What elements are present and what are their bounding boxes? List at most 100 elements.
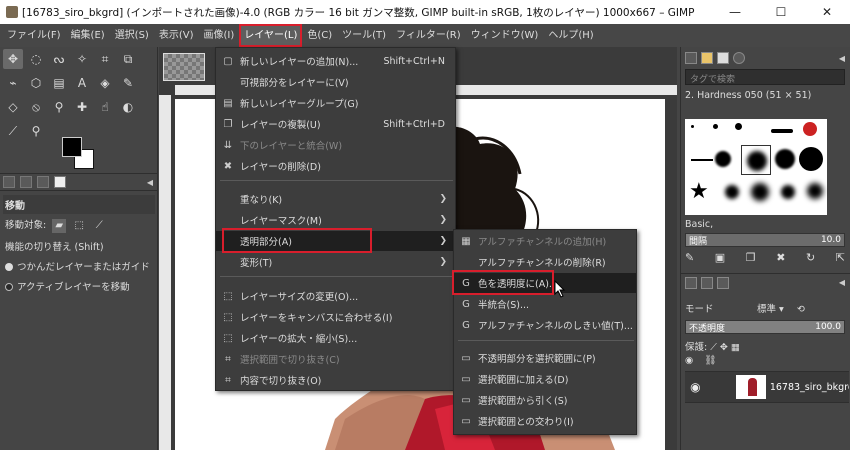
menu-item-subtract-from-selection[interactable]: ▭ 選択範囲から引く(S) bbox=[454, 390, 636, 410]
brush-item[interactable] bbox=[799, 147, 823, 171]
menu-help[interactable]: ヘルプ(H) bbox=[543, 24, 598, 47]
move-tool-icon[interactable]: ✥ bbox=[3, 49, 23, 69]
radio-unselected-icon[interactable] bbox=[5, 283, 13, 291]
menu-filters[interactable]: フィルター(R) bbox=[391, 24, 466, 47]
layers-panel-menu-icon[interactable]: ◀ bbox=[839, 278, 845, 287]
delete-brush-icon[interactable]: ✖ bbox=[776, 251, 785, 264]
paths-tab-icon[interactable] bbox=[717, 276, 729, 289]
warp-icon[interactable]: ⌁ bbox=[3, 73, 23, 93]
brush-item[interactable] bbox=[735, 123, 742, 130]
menu-item-threshold-alpha[interactable]: G アルファチャンネルのしきい値(T)... bbox=[454, 315, 636, 335]
menu-item-scale-layer[interactable]: ⬚ レイヤーの拡大・縮小(S)... bbox=[216, 328, 455, 348]
brush-item[interactable] bbox=[715, 151, 731, 167]
menu-windows[interactable]: ウィンドウ(W) bbox=[466, 24, 544, 47]
channels-tab-icon[interactable] bbox=[701, 276, 713, 289]
text-tool-icon[interactable]: A bbox=[72, 73, 92, 93]
tool-options-tab-icon[interactable] bbox=[3, 176, 15, 188]
mode-switch-icon[interactable]: ⟲ bbox=[797, 304, 805, 315]
brush-item[interactable] bbox=[807, 183, 823, 199]
tag-search-input[interactable]: タグで検索 bbox=[685, 69, 845, 85]
brush-item[interactable] bbox=[751, 183, 769, 201]
undo-history-tab-icon[interactable] bbox=[37, 176, 49, 188]
menu-item-new-from-visible[interactable]: 可視部分をレイヤーに(V) bbox=[216, 72, 455, 92]
cage-icon[interactable]: ⬡ bbox=[26, 73, 46, 93]
brush-item[interactable] bbox=[803, 122, 817, 136]
mode-select[interactable]: 標準 ▾ ⟲ bbox=[757, 301, 805, 315]
refresh-brushes-icon[interactable]: ↻ bbox=[806, 251, 815, 264]
menu-item-layer-to-image-size[interactable]: ⬚ レイヤーをキャンバスに合わせる(I) bbox=[216, 307, 455, 327]
menu-image[interactable]: 画像(I) bbox=[199, 24, 240, 47]
paintbrush-icon[interactable]: ✎ bbox=[118, 73, 138, 93]
menu-item-stack[interactable]: 重なり(K) ❯ bbox=[216, 189, 455, 209]
option-active-layer[interactable]: アクティブレイヤーを移動 bbox=[3, 276, 155, 296]
menu-item-crop-to-content[interactable]: ⌗ 内容で切り抜き(O) bbox=[216, 370, 455, 390]
align-icon[interactable]: ▤ bbox=[49, 73, 69, 93]
edit-brush-icon[interactable]: ✎ bbox=[685, 251, 694, 264]
menu-layer[interactable]: レイヤー(L) bbox=[239, 24, 303, 47]
airbrush-icon[interactable]: ⦸ bbox=[26, 97, 46, 117]
fonts-tab-icon[interactable] bbox=[717, 52, 729, 64]
menu-item-duplicate[interactable]: ❐ レイヤーの複製(U) Shift+Ctrl+D bbox=[216, 114, 455, 134]
menu-item-add-alpha[interactable]: ▦ アルファチャンネルの追加(H) bbox=[454, 231, 636, 251]
brush-grid[interactable]: ★ bbox=[685, 119, 827, 215]
menu-item-semi-flatten[interactable]: G 半統合(S)... bbox=[454, 294, 636, 314]
brush-item[interactable] bbox=[725, 185, 739, 199]
menu-item-add-to-selection[interactable]: ▭ 選択範囲に加える(D) bbox=[454, 369, 636, 389]
panel-menu-icon[interactable]: ◀ bbox=[147, 178, 153, 187]
device-status-tab-icon[interactable] bbox=[20, 176, 32, 188]
duplicate-brush-icon[interactable]: ❐ bbox=[746, 251, 756, 264]
zoom-icon[interactable]: ⚲ bbox=[26, 121, 46, 141]
lock-pixels-icon[interactable]: ⟋ bbox=[710, 342, 717, 353]
lock-position-icon[interactable]: ✥ bbox=[720, 342, 728, 353]
layer-thumbnail[interactable] bbox=[735, 375, 766, 399]
brushes-tab-icon[interactable] bbox=[685, 52, 697, 64]
menu-item-merge-down[interactable]: ⇊ 下のレイヤーと統合(W) bbox=[216, 135, 455, 155]
menu-item-layer-boundary-size[interactable]: ⬚ レイヤーサイズの変更(O)... bbox=[216, 286, 455, 306]
paint-bucket-icon[interactable]: ◈ bbox=[95, 73, 115, 93]
fg-bg-color-swatch[interactable] bbox=[60, 135, 96, 171]
opacity-slider[interactable]: 不透明度 100.0 bbox=[685, 320, 845, 334]
menu-select[interactable]: 選択(S) bbox=[110, 24, 154, 47]
mode-dropdown-icon[interactable]: ▾ bbox=[779, 304, 784, 315]
menu-item-new-group[interactable]: ▤ 新しいレイヤーグループ(G) bbox=[216, 93, 455, 113]
menu-tools[interactable]: ツール(T) bbox=[337, 24, 391, 47]
heal-icon[interactable]: ✚ bbox=[72, 97, 92, 117]
brush-item[interactable] bbox=[691, 159, 713, 161]
patterns-tab-icon[interactable] bbox=[701, 52, 713, 64]
eye-icon[interactable]: ◉ bbox=[685, 380, 706, 394]
eraser-icon[interactable]: ◇ bbox=[3, 97, 23, 117]
fuzzy-select-icon[interactable]: ✧ bbox=[72, 49, 92, 69]
radio-selected-icon[interactable] bbox=[5, 263, 13, 271]
help-tab-icon[interactable] bbox=[733, 52, 745, 64]
images-tab-icon[interactable] bbox=[54, 176, 66, 188]
open-brush-icon[interactable]: ⇱ bbox=[836, 251, 845, 264]
menu-item-alpha-to-selection[interactable]: ▭ 不透明部分を選択範囲に(P) bbox=[454, 348, 636, 368]
lasso-icon[interactable]: ᔓ bbox=[49, 49, 69, 69]
menu-item-delete-layer[interactable]: ✖ レイヤーの削除(D) bbox=[216, 156, 455, 176]
color-picker-icon[interactable]: ⟋ bbox=[3, 121, 23, 141]
spacing-slider[interactable]: 間隔 10.0 bbox=[685, 233, 845, 247]
path-target-icon[interactable]: ⟋ bbox=[92, 219, 106, 233]
unified-transform-icon[interactable]: ⧉ bbox=[118, 49, 138, 69]
layer-target-icon[interactable]: ▰ bbox=[52, 218, 67, 233]
new-brush-icon[interactable]: ▣ bbox=[715, 251, 725, 264]
brush-item[interactable] bbox=[771, 129, 793, 133]
brush-item[interactable] bbox=[691, 125, 694, 128]
close-button[interactable]: ✕ bbox=[804, 5, 850, 19]
foreground-color[interactable] bbox=[62, 137, 82, 157]
menu-item-new-layer[interactable]: ▢ 新しいレイヤーの追加(N)... Shift+Ctrl+N bbox=[216, 51, 455, 71]
brush-item[interactable] bbox=[775, 149, 795, 169]
menu-item-mask[interactable]: レイヤーマスク(M) ❯ bbox=[216, 210, 455, 230]
crop-icon[interactable]: ⌗ bbox=[95, 49, 115, 69]
brush-panel-menu-icon[interactable]: ◀ bbox=[839, 54, 845, 63]
ellipse-select-icon[interactable]: ◌ bbox=[26, 49, 46, 69]
menu-item-transform[interactable]: 変形(T) ❯ bbox=[216, 252, 455, 272]
selection-target-icon[interactable]: ⬚ bbox=[72, 219, 86, 233]
menu-item-intersect-selection[interactable]: ▭ 選択範囲との交わり(I) bbox=[454, 411, 636, 431]
image-tab-thumbnail[interactable] bbox=[163, 53, 205, 81]
minimize-button[interactable]: — bbox=[712, 5, 758, 19]
layer-name[interactable]: 16783_siro_bkgrd bbox=[770, 382, 849, 393]
selected-brush[interactable] bbox=[741, 145, 771, 175]
dodge-burn-icon[interactable]: ◐ bbox=[118, 97, 138, 117]
menu-file[interactable]: ファイル(F) bbox=[2, 24, 66, 47]
